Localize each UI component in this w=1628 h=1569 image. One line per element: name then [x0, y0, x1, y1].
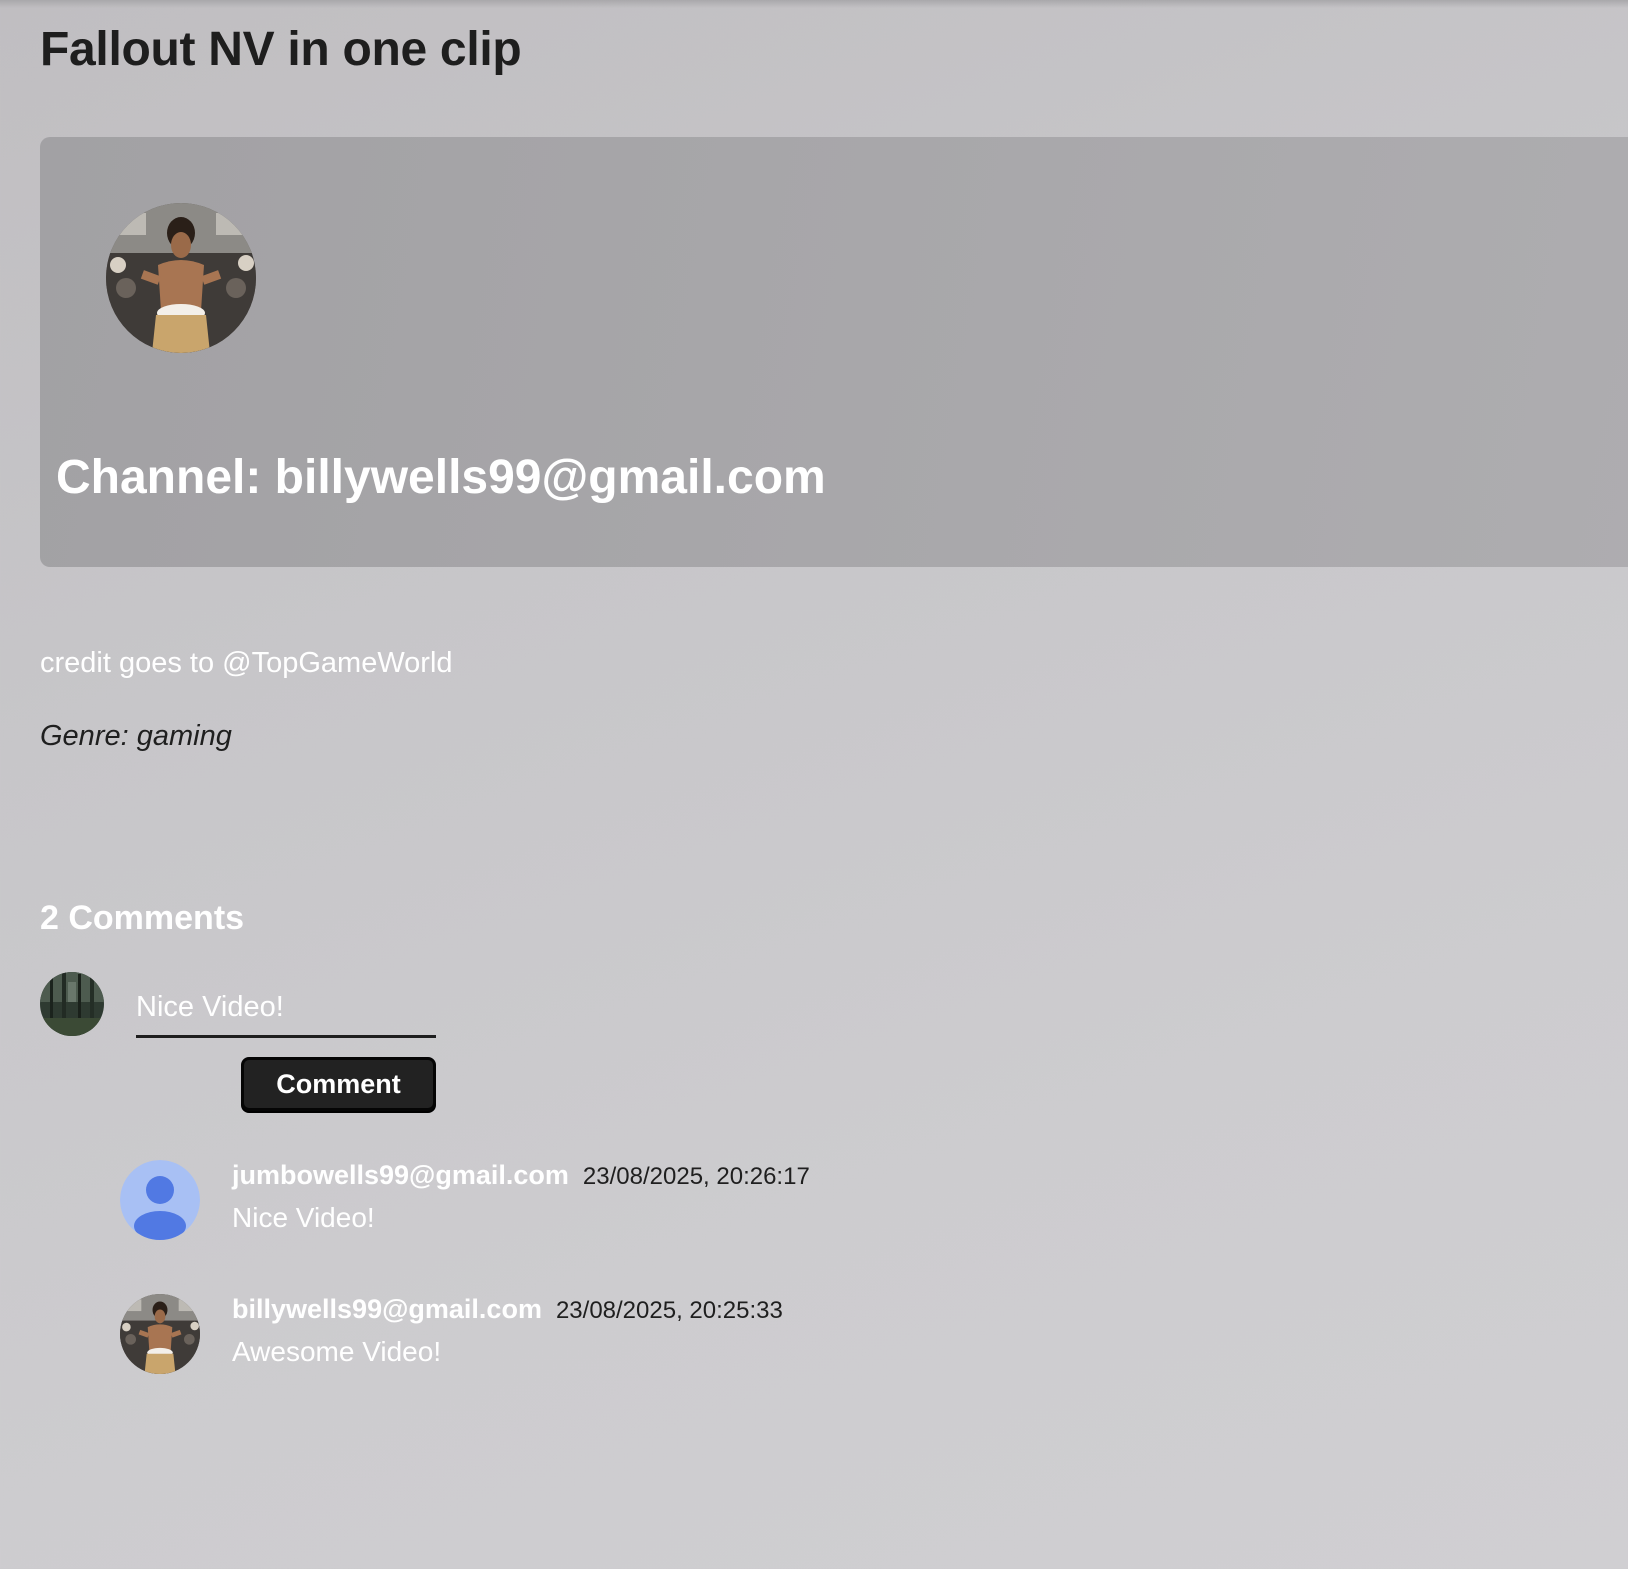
comment-text: Nice Video! — [232, 1202, 375, 1233]
comment-author: billywells99@gmail.com 23/08/2025, 20:25:… — [232, 1294, 783, 1325]
comment-author-name[interactable]: jumbowells99@gmail.com — [232, 1160, 569, 1190]
comment-text: Awesome Video! — [232, 1336, 442, 1367]
comment-input[interactable] — [136, 980, 436, 1038]
comments-heading: 2 Comments — [40, 899, 245, 937]
default-person-icon — [120, 1160, 200, 1240]
channel-card: Channel: billywells99@gmail.com — [40, 137, 1628, 567]
forest-photo-icon — [40, 972, 104, 1036]
comment-author-avatar[interactable] — [120, 1294, 200, 1374]
video-genre: Genre: gaming — [40, 720, 232, 752]
comment-author-avatar[interactable] — [120, 1160, 200, 1240]
person-photo-icon — [120, 1294, 200, 1374]
channel-avatar[interactable] — [106, 203, 256, 353]
comment-item: jumbowells99@gmail.com 23/08/2025, 20:26:… — [120, 1160, 1020, 1244]
current-user-avatar — [40, 972, 104, 1036]
person-photo-icon — [106, 203, 256, 353]
video-description: credit goes to @TopGameWorld — [40, 647, 453, 679]
comment-author: jumbowells99@gmail.com 23/08/2025, 20:26:… — [232, 1160, 810, 1191]
comment-timestamp: 23/08/2025, 20:25:33 — [555, 1297, 783, 1324]
channel-name[interactable]: Channel: billywells99@gmail.com — [56, 450, 826, 505]
top-shadow — [0, 0, 1628, 8]
comment-button[interactable]: Comment — [241, 1057, 436, 1111]
video-title: Fallout NV in one clip — [40, 23, 522, 76]
comment-item: billywells99@gmail.com 23/08/2025, 20:25:… — [120, 1294, 1020, 1378]
comment-timestamp: 23/08/2025, 20:26:17 — [582, 1163, 810, 1190]
comment-author-name[interactable]: billywells99@gmail.com — [232, 1294, 542, 1324]
